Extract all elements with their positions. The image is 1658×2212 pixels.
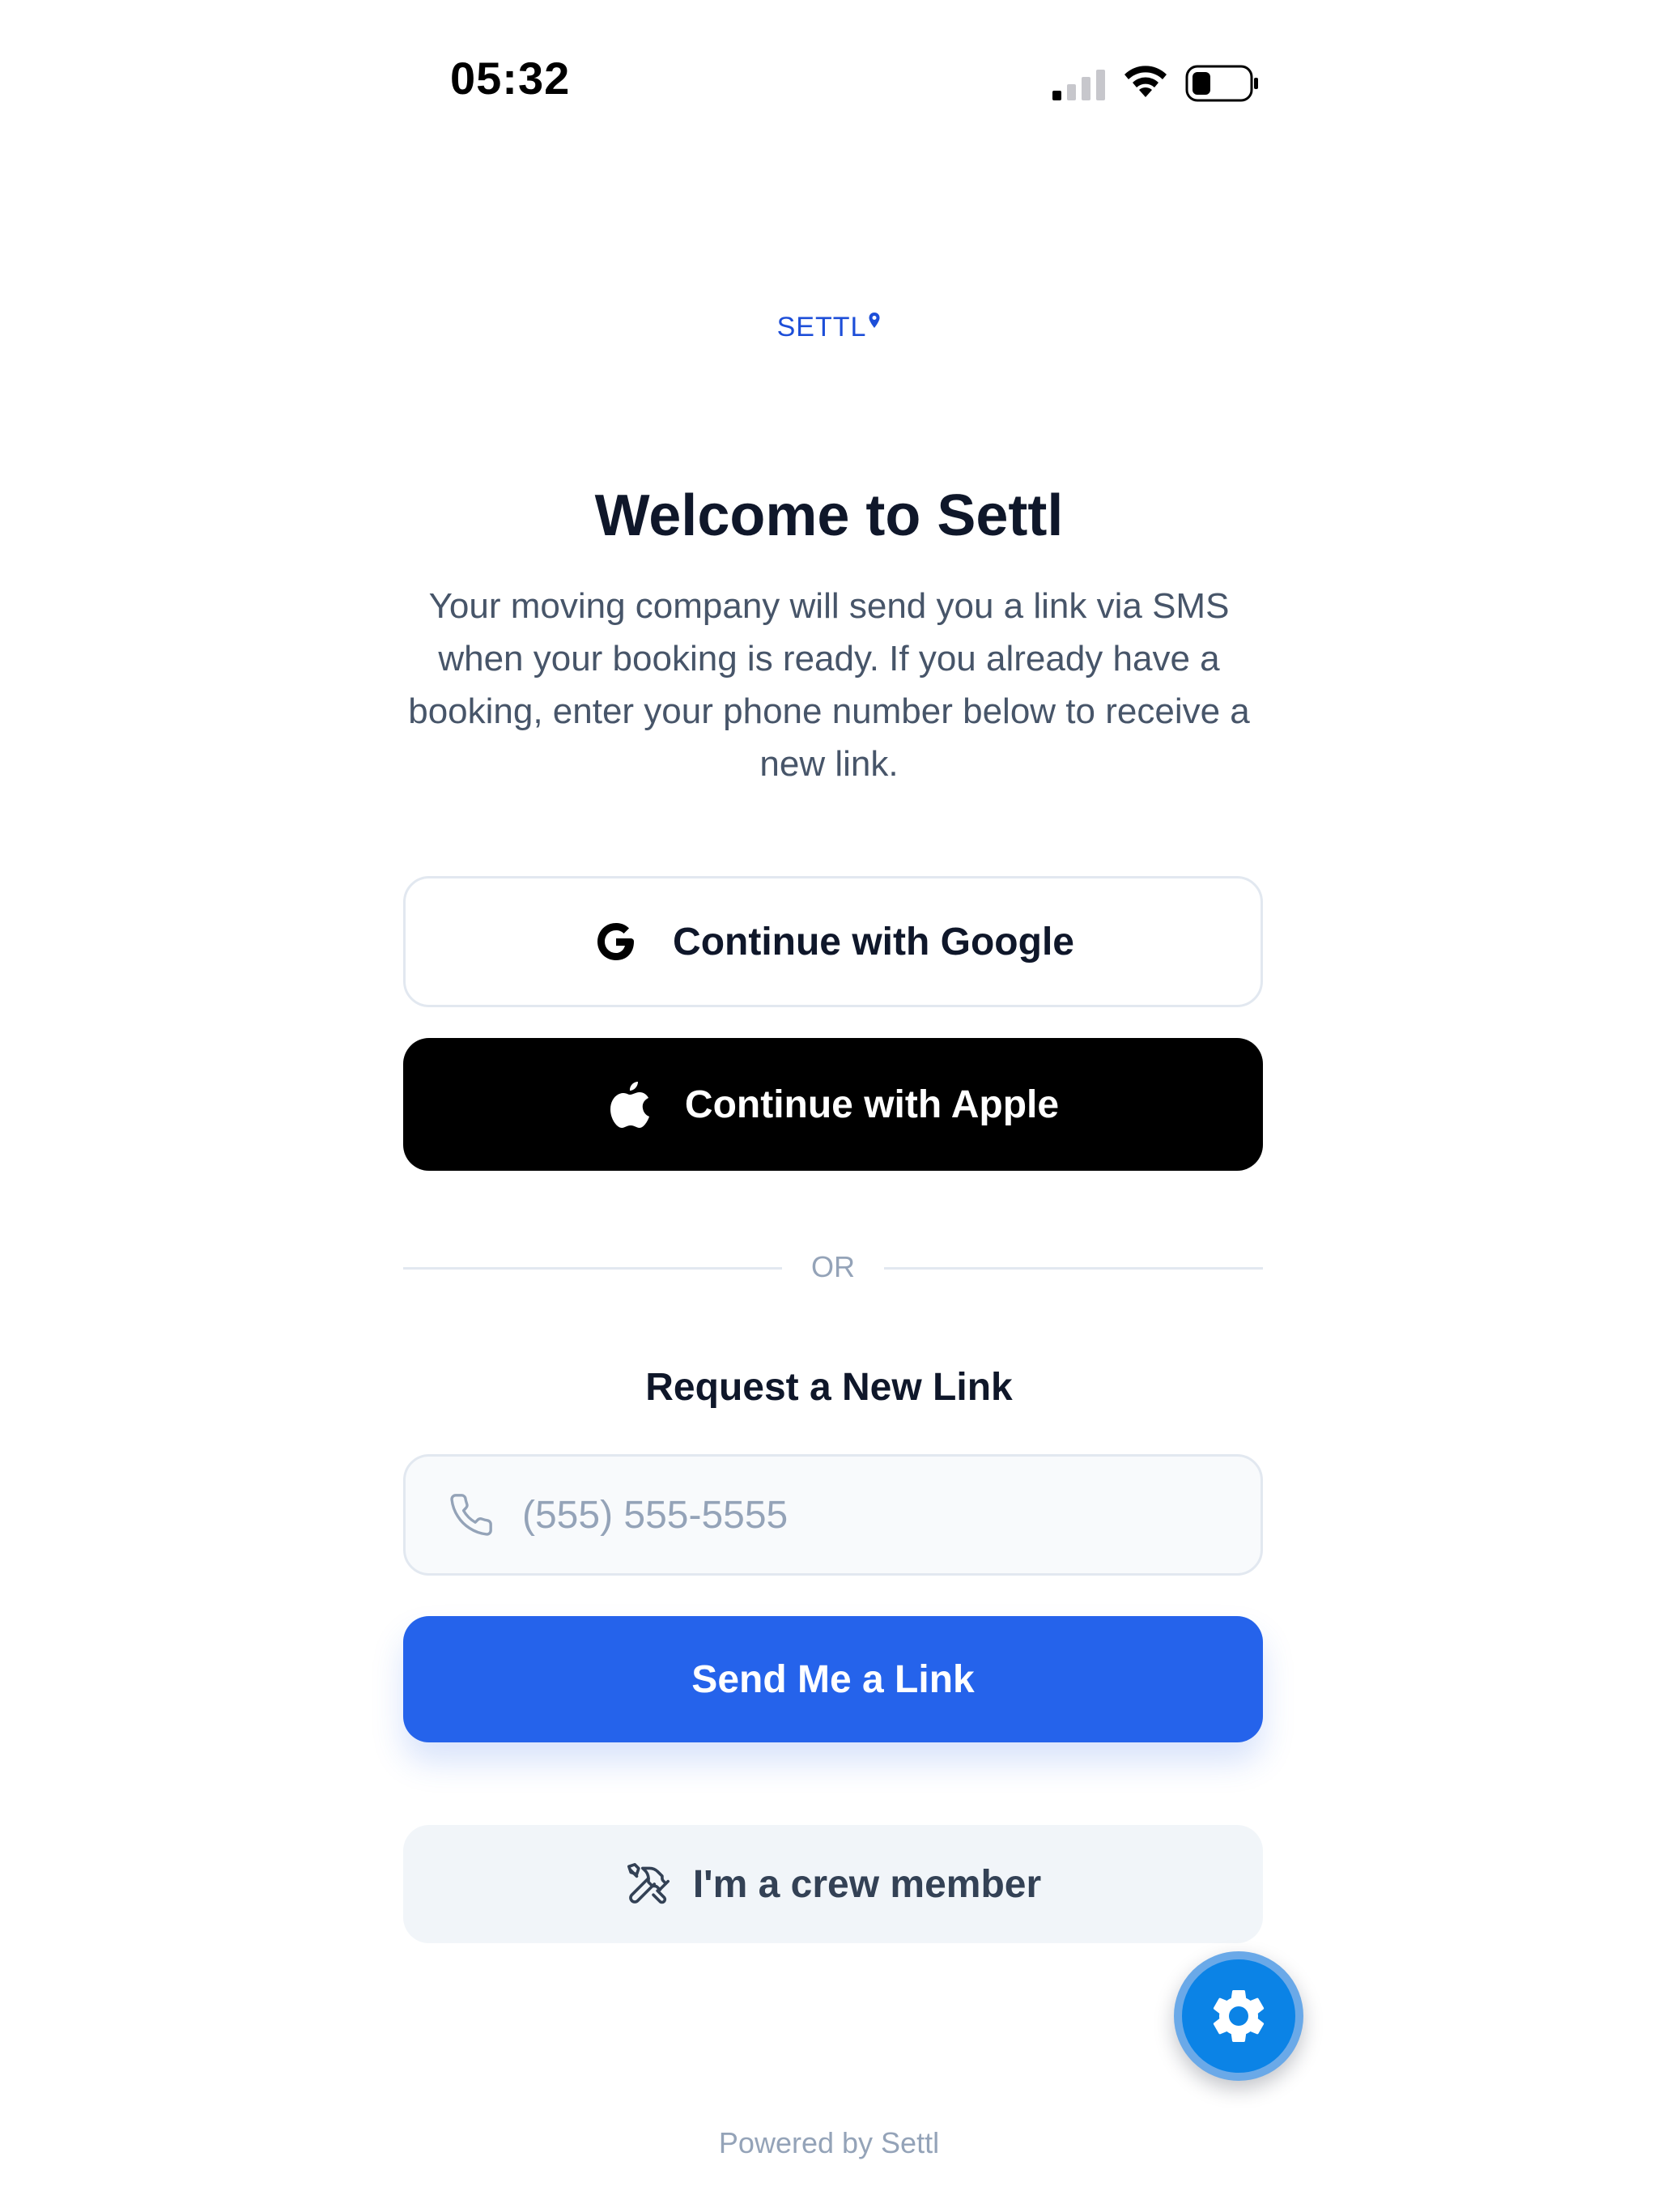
powered-by-footer: Powered by Settl (718, 2126, 940, 2159)
send-me-a-link-label: Send Me a Link (691, 1657, 975, 1701)
request-link-heading: Request a New Link (645, 1366, 1013, 1409)
phone-field[interactable] (403, 1454, 1263, 1576)
continue-with-google-label: Continue with Google (673, 920, 1074, 963)
phone-icon (448, 1491, 495, 1538)
phone-input[interactable] (522, 1492, 1170, 1538)
continue-with-google-button[interactable]: Continue with Google (403, 876, 1263, 1007)
continue-with-apple-label: Continue with Apple (684, 1083, 1060, 1126)
status-bar: 05:32 (0, 0, 1658, 162)
cellular-signal-icon (1052, 70, 1105, 100)
divider-line-right (884, 1267, 1263, 1270)
continue-with-apple-button[interactable]: Continue with Apple (403, 1038, 1263, 1171)
send-me-a-link-button[interactable]: Send Me a Link (403, 1616, 1263, 1742)
page-title: Welcome to Settl (594, 483, 1064, 548)
crew-member-button[interactable]: I'm a crew member (403, 1825, 1263, 1943)
tools-icon (625, 1861, 672, 1908)
settings-fab-button[interactable] (1174, 1951, 1303, 2081)
status-time: 05:32 (450, 53, 571, 104)
google-icon (592, 917, 640, 966)
wifi-icon (1124, 66, 1167, 97)
brand-name: SETTL (776, 312, 867, 342)
apple-icon (607, 1078, 653, 1130)
gear-icon (1213, 1990, 1265, 2042)
brand-logo: SETTL (0, 312, 1658, 343)
battery-icon (1185, 65, 1258, 102)
welcome-description: Your moving company will send you a link… (408, 586, 1250, 784)
crew-member-label: I'm a crew member (692, 1862, 1042, 1906)
status-icons (1052, 62, 1263, 107)
or-divider: OR (403, 1247, 1263, 1287)
location-pin-icon (869, 313, 880, 328)
